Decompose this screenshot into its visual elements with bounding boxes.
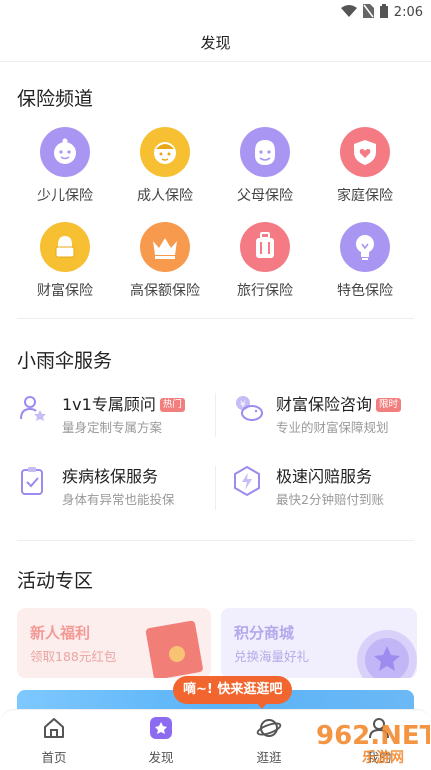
insurance-item-travel[interactable]: 旅行保险 [215,222,315,300]
insurance-section-title: 保险频道 [17,88,94,110]
crown-icon [140,222,190,272]
page-header: 发现 [0,24,431,62]
tab-label: 逛逛 [256,750,282,765]
money-bag-icon [40,222,90,272]
insurance-item-label: 成人保险 [137,188,193,204]
card-subtitle: 兑换海量好礼 [234,649,310,664]
service-subtitle: 专业的财富保障规划 [276,420,389,435]
card-title: 新人福利 [30,624,91,642]
card-title: 积分商城 [234,624,295,642]
browse-tip-bubble[interactable]: 嘀~! 快来逛逛吧 [173,676,293,709]
page-title: 发现 [200,34,231,52]
tab-label: 发现 [148,750,174,765]
suitcase-icon [240,222,290,272]
service-subtitle: 最快2分钟赔付到账 [276,492,384,507]
child-face-icon [40,127,90,177]
service-subtitle: 身体有异常也能投保 [62,492,175,507]
insurance-item-special[interactable]: 特色保险 [315,222,415,300]
tab-label: 首页 [41,750,67,765]
tab-browse[interactable]: 逛逛 [239,716,299,766]
planet-icon [256,719,282,737]
insurance-item-label: 财富保险 [37,283,93,299]
card-subtitle: 领取188元红包 [30,649,117,664]
divider [215,393,216,437]
insurance-item-high-coverage[interactable]: 高保额保险 [115,222,215,300]
no-sim-icon [362,3,374,21]
services-section-title: 小雨伞服务 [17,350,113,372]
insurance-item-label: 特色保险 [337,283,393,299]
activity-card-points-mall[interactable]: 积分商城 兑换海量好礼 [221,608,417,678]
insurance-item-label: 少儿保险 [37,188,93,204]
lightbulb-icon [340,222,390,272]
status-bar: 2:06 [0,0,431,24]
discover-icon [150,717,172,739]
home-shield-icon [340,127,390,177]
insurance-item-label: 旅行保险 [237,283,293,299]
adult-face-icon [140,127,190,177]
lightning-icon [232,465,262,497]
insurance-item-parent[interactable]: 父母保险 [215,127,315,205]
divider [17,318,414,319]
service-underwriting[interactable]: 疾病核保服务 身体有异常也能投保 [18,463,213,513]
site-watermark: 962.NET 乐游网 [310,714,431,766]
watermark-text: 962.NET [316,721,430,751]
clipboard-check-icon [18,465,48,495]
service-subtitle: 量身定制专属方案 [62,420,163,435]
service-fast-claim[interactable]: 极速闪赔服务 最快2分钟赔付到账 [232,463,422,513]
insurance-item-label: 父母保险 [237,188,293,204]
service-title: 极速闪赔服务 [276,467,373,486]
insurance-item-label: 高保额保险 [130,283,200,299]
star-coin-icon [357,630,417,678]
tab-discover[interactable]: 发现 [131,716,191,766]
piggy-bank-icon: ¥ [232,393,263,423]
insurance-item-child[interactable]: 少儿保险 [15,127,115,205]
insurance-item-label: 家庭保险 [337,188,393,204]
wifi-icon [340,4,357,20]
home-icon [44,718,64,738]
tab-home[interactable]: 首页 [24,716,84,766]
divider [215,466,216,510]
service-title: 疾病核保服务 [62,467,159,486]
activity-section-title: 活动专区 [17,570,94,592]
activity-card-newbie[interactable]: 新人福利 领取188元红包 [17,608,211,678]
advisor-icon [18,393,48,423]
parent-face-icon [240,127,290,177]
service-advisor[interactable]: 1v1专属顾问 热门 量身定制专属方案 [18,391,213,441]
red-envelope-icon [145,620,203,678]
service-wealth-consult[interactable]: ¥ 财富保险咨询 限时 专业的财富保障规划 [232,391,422,441]
hot-badge: 热门 [159,398,185,412]
service-title: 1v1专属顾问 [62,395,156,414]
insurance-item-wealth[interactable]: 财富保险 [15,222,115,300]
service-title: 财富保险咨询 [276,395,373,414]
insurance-item-family[interactable]: 家庭保险 [315,127,415,205]
divider [17,540,414,541]
insurance-item-adult[interactable]: 成人保险 [115,127,215,205]
watermark-subtext: 乐游网 [362,749,404,766]
limited-badge: 限时 [376,398,402,412]
status-time: 2:06 [393,4,423,20]
battery-icon [379,3,388,21]
